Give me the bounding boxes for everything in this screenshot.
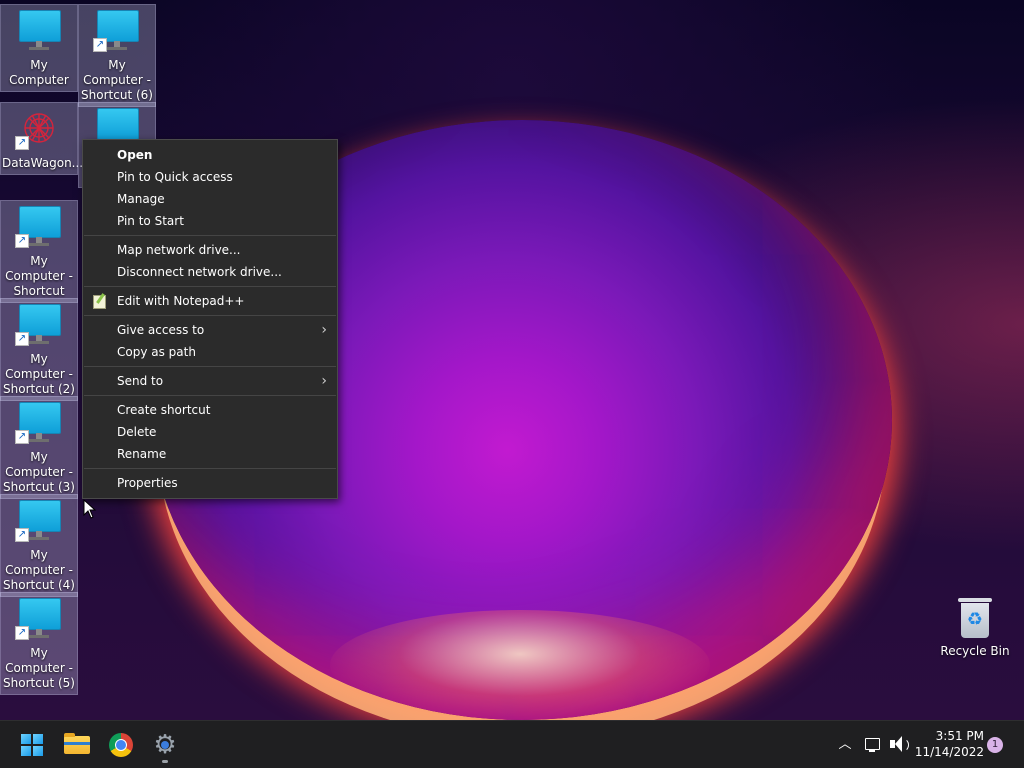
- menu-item-pin-to-quick-access[interactable]: Pin to Quick access: [83, 166, 337, 188]
- shortcut-arrow-icon: ↗: [15, 430, 29, 444]
- shortcut-arrow-icon: ↗: [15, 136, 29, 150]
- desktop-icon-label: My Computer - Shortcut (5): [3, 646, 75, 690]
- menu-item-rename[interactable]: Rename: [83, 443, 337, 465]
- menu-item-label: Pin to Quick access: [117, 170, 233, 184]
- windows-logo-icon: [21, 734, 43, 756]
- clock-date: 11/14/2022: [914, 745, 984, 759]
- desktop-icon-label: My Computer - Shortcut: [5, 254, 73, 298]
- wallpaper-glow: [330, 610, 710, 720]
- menu-item-label: Rename: [117, 447, 167, 461]
- computer-icon: ↗: [15, 206, 63, 250]
- gear-center: [161, 741, 169, 749]
- menu-item-label: Manage: [117, 192, 165, 206]
- desktop-icon-my-computer-shortcut-3[interactable]: ↗ My Computer - Shortcut (3): [0, 396, 78, 499]
- menu-item-label: Properties: [117, 476, 178, 490]
- chevron-right-icon: ›: [321, 322, 327, 338]
- menu-separator: [84, 468, 336, 469]
- start-button[interactable]: [14, 727, 50, 763]
- menu-item-manage[interactable]: Manage: [83, 188, 337, 210]
- shortcut-arrow-icon: ↗: [15, 234, 29, 248]
- context-menu: Open Pin to Quick access Manage Pin to S…: [82, 139, 338, 499]
- network-button[interactable]: [862, 721, 884, 769]
- shortcut-arrow-icon: ↗: [15, 332, 29, 346]
- menu-item-open[interactable]: Open: [83, 144, 337, 166]
- menu-item-label: Delete: [117, 425, 157, 439]
- computer-icon: [15, 10, 63, 54]
- desktop-icon-my-computer-shortcut-4[interactable]: ↗ My Computer - Shortcut (4): [0, 494, 78, 597]
- desktop-icon-label: DataWagon...: [2, 156, 84, 170]
- menu-item-create-shortcut[interactable]: Create shortcut: [83, 399, 337, 421]
- menu-item-delete[interactable]: Delete: [83, 421, 337, 443]
- desktop-icon-label: Recycle Bin: [940, 644, 1010, 658]
- shortcut-arrow-icon: ↗: [15, 626, 29, 640]
- desktop-icon-my-computer-shortcut-2[interactable]: ↗ My Computer - Shortcut (2): [0, 298, 78, 401]
- menu-item-label: Pin to Start: [117, 214, 184, 228]
- menu-item-edit-with-notepad-plus-plus[interactable]: Edit with Notepad++: [83, 290, 337, 312]
- menu-item-send-to[interactable]: Send to ›: [83, 370, 337, 392]
- datawagon-logo-icon: ↗: [15, 108, 63, 152]
- desktop[interactable]: My Computer ↗ My Computer - Shortcut (6): [0, 0, 1024, 720]
- menu-separator: [84, 235, 336, 236]
- desktop-icon-my-computer-shortcut-5[interactable]: ↗ My Computer - Shortcut (5): [0, 592, 78, 695]
- menu-separator: [84, 366, 336, 367]
- chrome-button[interactable]: [103, 727, 139, 763]
- desktop-icon-label: My Computer - Shortcut (3): [3, 450, 75, 494]
- desktop-icon-my-computer-shortcut[interactable]: ↗ My Computer - Shortcut: [0, 200, 78, 303]
- desktop-icon-label: My Computer - Shortcut (6): [81, 58, 153, 102]
- menu-item-copy-as-path[interactable]: Copy as path: [83, 341, 337, 363]
- clock[interactable]: 3:51 PM 11/14/2022: [912, 728, 984, 760]
- menu-item-label: Edit with Notepad++: [117, 294, 245, 308]
- desktop-icon-label: My Computer - Shortcut (2): [3, 352, 75, 396]
- shortcut-arrow-icon: ↗: [15, 528, 29, 542]
- computer-icon: ↗: [15, 500, 63, 544]
- folder-icon: [64, 733, 90, 754]
- menu-item-map-network-drive[interactable]: Map network drive...: [83, 239, 337, 261]
- desktop-icon-label: My Computer - Shortcut (4): [3, 548, 75, 592]
- menu-item-properties[interactable]: Properties: [83, 472, 337, 494]
- desktop-icon-my-computer[interactable]: My Computer: [0, 4, 78, 92]
- settings-button[interactable]: ⚙: [147, 727, 183, 763]
- menu-item-label: Send to: [117, 374, 164, 388]
- desktop-icon-label: My Computer: [9, 58, 69, 87]
- menu-item-label: Give access to: [117, 323, 205, 337]
- chevron-right-icon: ›: [321, 373, 327, 389]
- menu-item-disconnect-network-drive[interactable]: Disconnect network drive...: [83, 261, 337, 283]
- menu-separator: [84, 395, 336, 396]
- computer-icon: ↗: [15, 598, 63, 642]
- computer-icon: ↗: [93, 10, 141, 54]
- clock-time: 3:51 PM: [935, 729, 984, 743]
- desktop-icon-datawagon[interactable]: ↗ DataWagon...: [0, 102, 84, 175]
- computer-icon: ↗: [15, 402, 63, 446]
- file-explorer-button[interactable]: [59, 727, 95, 763]
- desktop-icon-recycle-bin[interactable]: ♻ Recycle Bin: [940, 596, 1010, 659]
- computer-icon: ↗: [15, 304, 63, 348]
- menu-item-give-access-to[interactable]: Give access to ›: [83, 319, 337, 341]
- recycle-bin-icon: ♻: [958, 598, 992, 638]
- menu-item-pin-to-start[interactable]: Pin to Start: [83, 210, 337, 232]
- chevron-up-icon: ︿: [838, 737, 852, 752]
- notepad-plus-plus-icon: [93, 295, 106, 309]
- menu-item-label: Create shortcut: [117, 403, 211, 417]
- menu-item-label: Map network drive...: [117, 243, 241, 257]
- menu-separator: [84, 315, 336, 316]
- shortcut-arrow-icon: ↗: [93, 38, 107, 52]
- menu-separator: [84, 286, 336, 287]
- desktop-icon-my-computer-shortcut-6[interactable]: ↗ My Computer - Shortcut (6): [78, 4, 156, 107]
- chrome-icon: [109, 733, 133, 757]
- menu-item-label: Open: [117, 148, 153, 162]
- menu-item-label: Disconnect network drive...: [117, 265, 282, 279]
- taskbar: ⚙ ︿ 3:51 PM 11/14/2022 1: [0, 720, 1024, 768]
- show-hidden-icons-button[interactable]: ︿: [835, 721, 855, 769]
- notification-badge[interactable]: 1: [987, 737, 1003, 753]
- menu-item-label: Copy as path: [117, 345, 196, 359]
- volume-button[interactable]: [887, 721, 909, 769]
- running-indicator: [162, 760, 168, 763]
